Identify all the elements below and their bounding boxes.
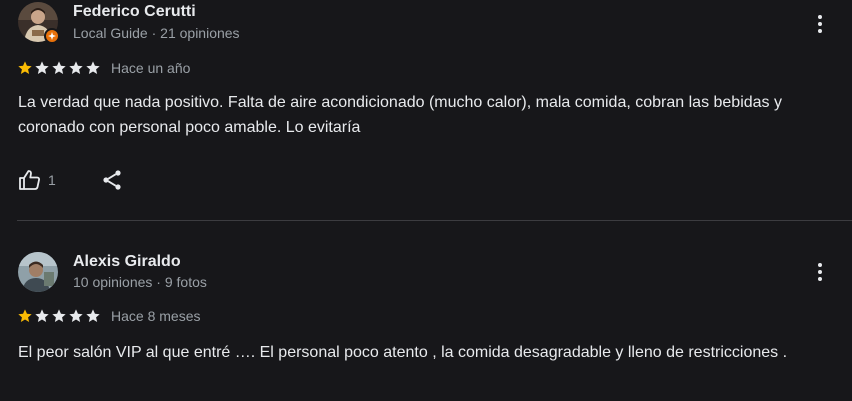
review-text: La verdad que nada positivo. Falta de ai… bbox=[18, 94, 782, 136]
review-actions: 1 bbox=[18, 168, 124, 192]
avatar[interactable] bbox=[18, 252, 58, 292]
star-empty-icon bbox=[52, 61, 66, 74]
star-rating bbox=[17, 308, 101, 324]
review-divider bbox=[17, 220, 852, 221]
avatar[interactable] bbox=[18, 2, 60, 44]
author-name[interactable]: Federico Cerutti bbox=[73, 3, 196, 21]
share-button[interactable] bbox=[100, 168, 124, 192]
star-empty-icon bbox=[35, 61, 49, 74]
star-empty-icon bbox=[86, 309, 100, 322]
rating-row: Hace 8 meses bbox=[17, 307, 200, 325]
rating-row: Hace un año bbox=[17, 59, 190, 77]
avatar-photo bbox=[18, 252, 58, 292]
like-button[interactable]: 1 bbox=[18, 168, 56, 192]
author-name[interactable]: Alexis Giraldo bbox=[73, 253, 181, 271]
review-text: El peor salón VIP al que entré …. El per… bbox=[18, 344, 788, 361]
like-count: 1 bbox=[48, 172, 56, 188]
star-empty-icon bbox=[86, 61, 100, 74]
star-filled-icon bbox=[18, 309, 32, 322]
star-empty-icon bbox=[69, 61, 83, 74]
local-guide-badge-icon bbox=[44, 28, 60, 44]
star-rating bbox=[17, 60, 101, 76]
share-icon bbox=[103, 170, 121, 190]
reviews-feed: Federico Cerutti Local Guide · 21 opinio… bbox=[0, 0, 852, 401]
author-meta[interactable]: Local Guide · 21 opiniones bbox=[73, 25, 240, 41]
thumb-up-icon bbox=[19, 170, 40, 190]
review-date: Hace 8 meses bbox=[111, 308, 201, 324]
star-empty-icon bbox=[35, 309, 49, 322]
star-empty-icon bbox=[52, 309, 66, 322]
author-meta[interactable]: 10 opiniones · 9 fotos bbox=[73, 274, 207, 290]
review-date: Hace un año bbox=[111, 60, 191, 76]
more-vert-icon[interactable] bbox=[808, 260, 832, 284]
more-vert-icon[interactable] bbox=[808, 12, 832, 36]
star-filled-icon bbox=[18, 61, 32, 74]
star-empty-icon bbox=[69, 309, 83, 322]
